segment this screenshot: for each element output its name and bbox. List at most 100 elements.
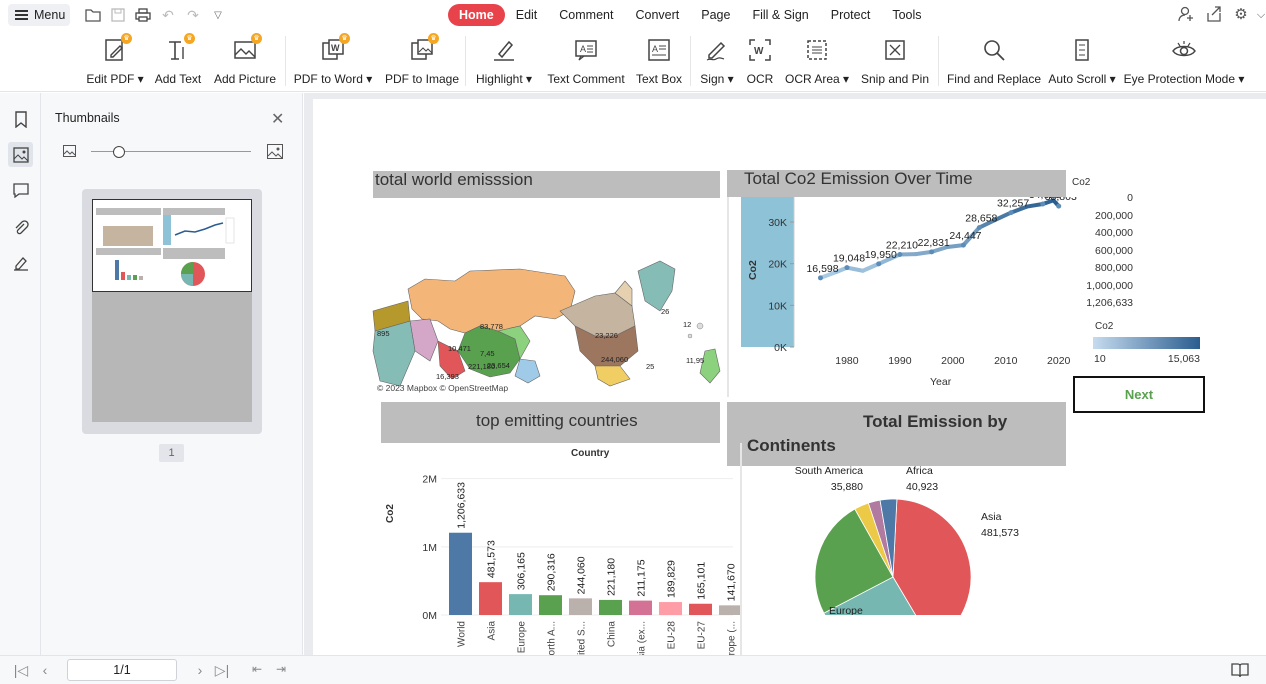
pdf-to-word-button[interactable]: W ♛ PDF to Word ▾ [293,33,372,88]
last-page-icon[interactable]: ▷| [214,662,230,679]
next-button-label: Next [1124,387,1154,402]
next-button[interactable]: Next [1073,376,1205,413]
bar-value-label: 306,165 [516,552,528,590]
previous-page-icon[interactable]: ‹ [37,662,53,678]
left-icon-strip [0,93,41,655]
auto-scroll-button[interactable]: Auto Scroll ▾ [1048,34,1116,88]
share-icon[interactable] [1205,6,1223,24]
world-map[interactable]: 83,778 23,226 244,060 26 12 25 221,180 1… [370,201,740,395]
first-page-icon[interactable]: |◁ [13,662,29,679]
forward-view-icon[interactable]: ⇥ [273,662,289,676]
highlight-button[interactable]: Highlight ▾ [474,34,534,88]
map-value-label: 23,226 [595,331,618,340]
text-comment-button[interactable]: A Text Comment [547,34,625,88]
x-tick-label: China [607,621,618,648]
account-icon[interactable] [1177,6,1195,24]
x-tick-label: Europe (... [727,621,738,655]
reading-mode-icon[interactable] [1231,662,1249,678]
map-value-label: 16,393 [436,372,459,381]
page-number-input[interactable]: 1/1 [67,659,177,681]
small-thumbnail-icon[interactable] [63,145,76,160]
open-folder-icon[interactable] [84,6,102,24]
redo-icon[interactable]: ↷ [184,6,202,24]
text-box-button[interactable]: A Text Box [636,34,682,88]
add-picture-button[interactable]: ♛ Add Picture [214,33,276,88]
bar [539,595,562,615]
bar-value-label: 165,101 [696,562,708,600]
x-tick-label: 2010 [994,355,1018,367]
more-icon[interactable]: ⌵ [1256,6,1266,24]
map-header: total world emisssion [373,171,720,198]
thumbnails-icon[interactable] [8,142,33,167]
pdf-to-word-icon: W ♛ [319,33,350,64]
edit-pdf-button[interactable]: ♛ Edit PDF ▾ [86,33,144,88]
x-tick-label: 2000 [941,355,965,367]
find-replace-button[interactable]: Find and Replace [947,34,1041,88]
attachment-icon[interactable] [8,214,33,239]
x-tick-label: 1990 [888,355,912,367]
data-point [844,265,850,271]
ribbon-label: PDF to Word [293,72,363,86]
tab-edit[interactable]: Edit [505,4,549,26]
ribbon-label: Sign [700,72,725,86]
size-legend-value: 800,000 [1095,262,1133,274]
signature-icon[interactable] [8,250,33,275]
pdf-to-image-button[interactable]: ♛ PDF to Image [384,33,460,88]
pie-chart[interactable]: Asia 481,573 Europe South America 35,880 Afri… [743,466,1073,615]
comment-icon[interactable] [8,178,33,203]
tab-page[interactable]: Page [690,4,741,26]
color-legend-min: 10 [1094,353,1106,365]
tab-tools[interactable]: Tools [881,4,932,26]
large-thumbnail-icon[interactable] [267,144,283,162]
line-segment [993,210,1014,222]
sign-button[interactable]: Sign ▾ [699,34,735,88]
size-legend-value: 0 [1127,192,1133,204]
eye-protection-button[interactable]: Eye Protection Mode ▾ [1124,34,1244,88]
settings-icon[interactable]: ⚙ [1232,6,1250,24]
pdf-page: total world emisssion Total Co2 Emission… [313,99,1266,655]
customize-dropdown-icon[interactable]: ▽ [209,6,227,24]
undo-icon[interactable]: ↶ [159,6,177,24]
bar-chart[interactable]: Country Co2 0M 1M 2M 1,206,633 World 481,573… [373,443,743,655]
add-text-button[interactable]: ♛ Add Text [154,33,202,88]
ribbon-label: Edit PDF [86,72,135,86]
bar [479,582,502,615]
tab-comment[interactable]: Comment [548,4,624,26]
document-area: total world emisssion Total Co2 Emission… [304,93,1266,655]
close-icon[interactable]: ✕ [271,109,284,129]
bar [689,603,712,615]
ocr-button[interactable]: W OCR [746,34,774,88]
snip-pin-button[interactable]: Snip and Pin [861,34,929,88]
svg-text:A: A [652,44,658,54]
next-page-icon[interactable]: › [192,662,208,678]
pie-slice-value: 40,923 [906,481,938,493]
pie-slice-name: Asia [981,511,1002,523]
back-view-icon[interactable]: ⇤ [249,662,265,676]
line-chart[interactable]: 0K 10K 20K 30K 1980 1990 2000 2010 2020 16,59819… [729,197,1109,397]
thumbnails-title: Thumbnails [55,111,120,125]
page-number-badge: 1 [159,444,184,462]
bar-value-label: 221,180 [606,558,618,596]
save-icon[interactable] [109,6,127,24]
slider-knob[interactable] [113,146,125,158]
ribbon-label: Text Box [635,72,683,86]
ocr-area-button[interactable]: OCR Area ▾ [785,34,849,88]
page-thumbnail[interactable] [82,189,262,434]
tab-protect[interactable]: Protect [820,4,882,26]
line-chart-title: Total Co2 Emission Over Time [744,169,973,188]
color-legend-title: Co2 [1095,321,1114,332]
ribbon-label: PDF to Image [384,72,460,86]
color-legend: Co2 10 15,063 [1093,321,1203,367]
tab-home[interactable]: Home [448,4,505,26]
size-legend: Co2 0 200,000 400,000 600,000 800,000 1,… [1071,177,1133,309]
map-region-mexico [594,365,631,387]
bar [599,599,622,615]
print-icon[interactable] [134,6,152,24]
tab-convert[interactable]: Convert [624,4,690,26]
x-tick-label: Asia (ex... [637,621,648,655]
tab-fill-sign[interactable]: Fill & Sign [741,4,819,26]
line-data-labels: 16,59819,048 19,95022,210 22,83124,44728,6… [806,197,1077,281]
bookmark-icon[interactable] [8,107,33,132]
menu-button[interactable]: Menu [8,4,70,26]
bar-header: top emitting countries [381,402,720,443]
